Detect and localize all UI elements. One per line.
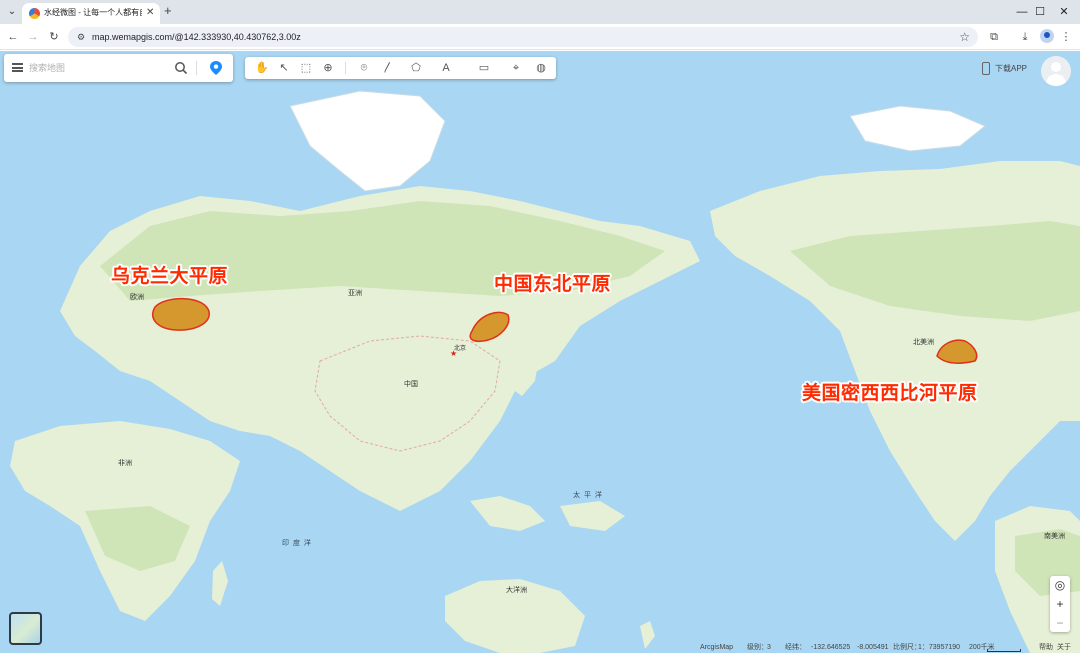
scale-bar [987,649,1021,652]
profile-icon[interactable] [1040,29,1054,43]
zoom-in-button[interactable]: + [1050,595,1070,613]
lng-value: -132.646525 [811,644,851,651]
basemap-switcher[interactable] [9,612,42,645]
label-north-america: 北美洲 [913,339,934,346]
label-oceania: 大洋洲 [506,587,527,594]
coords-label: 经纬： [785,644,806,651]
ukraine-plain-area [152,297,210,331]
extensions-icon[interactable]: ⧉ [986,29,1002,45]
bookmark-star-icon[interactable]: ☆ [959,29,970,45]
new-tab-icon[interactable]: + [164,3,172,19]
select-pointer-icon[interactable]: ↖ [275,60,293,76]
text-icon[interactable]: A [437,60,455,76]
pan-hand-icon[interactable]: ✋ [253,60,271,76]
globe-icon[interactable]: ◍ [532,60,550,76]
scale-value: 1：73957190 [918,644,961,651]
polyline-icon[interactable]: 〳 [379,60,397,76]
download-app-label: 下载APP [995,64,1028,73]
label-asia: 亚洲 [348,290,362,297]
about-link[interactable]: 关于 [1057,642,1071,653]
label-beijing: 北京 [454,346,467,352]
zoom-controls: ◎ + − [1050,576,1070,632]
more-icon[interactable]: ⋮ [1058,29,1074,45]
reload-icon[interactable]: ↻ [46,29,62,45]
map-search-box [4,54,233,82]
lat-value: -8.005491 [857,644,889,651]
tab-title: 水经微图 - 让每一个人都有自己 [44,8,142,17]
label-indian-ocean: 印 度 洋 [282,540,312,547]
search-input[interactable] [29,61,169,75]
marker-icon[interactable]: ⌾ [355,60,373,76]
source-text: ArcgisMap [700,644,734,651]
box-select-icon[interactable]: ⬚ [297,60,315,76]
map-tools-bar: ✋ ↖ ⬚ ⊕ ⌾ 〳 ⬠ A ▭ ⌖ ◍ [245,57,556,79]
divider [196,61,197,75]
address-bar[interactable]: ⚙ map.wemapgis.com/@142.333930,40.430762… [68,27,978,47]
level-label: 级别： [747,644,768,651]
label-africa: 非洲 [118,460,132,467]
measure-ruler-icon[interactable]: ▭ [475,60,493,76]
close-icon[interactable]: ✕ [146,6,154,20]
url-text[interactable]: map.wemapgis.com/@142.333930,40.430762,3… [92,31,301,43]
scale-label: 比例尺： [893,644,921,651]
phone-icon [982,62,990,75]
search-icon[interactable] [174,61,188,75]
back-icon[interactable]: ← [5,29,21,45]
status-bar: ArcgisMap 级别： 3 经纬： -132.646525 -8.00549… [690,642,1080,653]
divider [345,62,346,74]
forward-icon[interactable]: → [25,29,41,45]
help-link[interactable]: 帮助 [1039,642,1053,653]
browser-toolbar: ← → ↻ ⚙ map.wemapgis.com/@142.333930,40.… [0,24,1080,50]
level-value: 3 [767,644,771,651]
close-window-icon[interactable]: ✕ [1056,4,1072,20]
maximize-icon[interactable]: ☐ [1032,4,1048,20]
basemap [0,51,1080,653]
click-query-icon[interactable]: ⌖ [507,60,525,76]
tab-list-icon[interactable]: ⌄ [4,4,20,20]
user-avatar[interactable] [1041,56,1071,86]
browser-tab-bar: ⌄ 水经微图 - 让每一个人都有自己 ✕ + — ☐ ✕ [0,0,1080,24]
label-south-america: 南美洲 [1044,533,1065,540]
site-favicon-icon [29,8,40,19]
menu-icon[interactable] [12,63,23,72]
location-pin-icon[interactable] [209,60,223,76]
label-ukraine-plain: 乌克兰大平原 [111,266,229,287]
minimize-icon[interactable]: — [1014,4,1030,20]
locate-icon[interactable]: ◎ [1050,576,1070,594]
polygon-icon[interactable]: ⬠ [407,60,425,76]
browser-tab[interactable]: 水经微图 - 让每一个人都有自己 ✕ [22,3,160,24]
label-mississippi-plain: 美国密西西比河平原 [802,383,978,404]
label-europe: 欧洲 [130,294,144,301]
label-china: 中国 [404,381,418,388]
label-northeast-china-plain: 中国东北平原 [494,274,612,295]
label-pacific: 太 平 洋 [573,492,603,499]
zoom-search-icon[interactable]: ⊕ [319,60,337,76]
map-viewport[interactable] [0,51,1080,653]
zoom-out-button[interactable]: − [1050,614,1070,632]
site-info-icon[interactable]: ⚙ [77,30,85,44]
download-icon[interactable]: ⤓ [1017,29,1033,45]
